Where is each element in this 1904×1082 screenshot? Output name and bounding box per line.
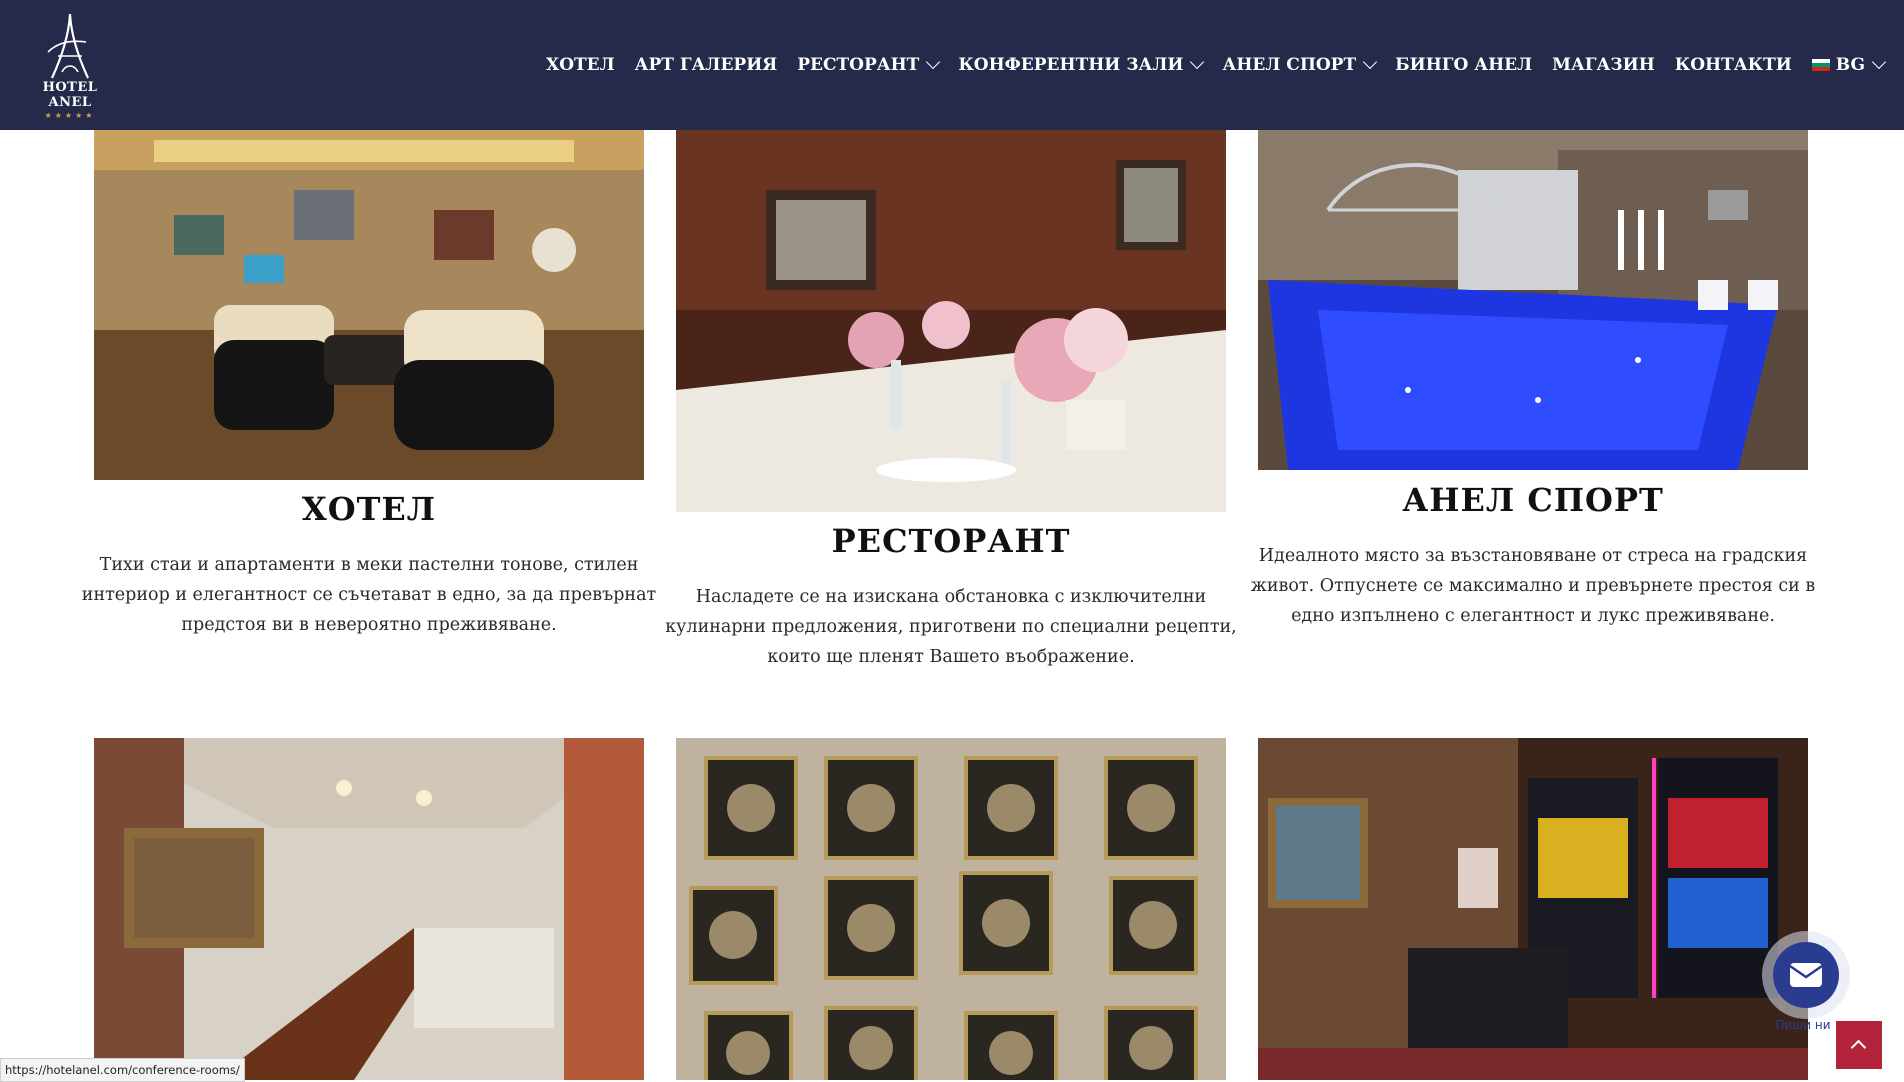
- chevron-down-icon: [1363, 54, 1378, 70]
- nav-item-hotel[interactable]: ХОТЕЛ: [546, 55, 615, 75]
- card-text-hotel: Тихи стаи и апартаменти в меки пастелни …: [81, 555, 657, 635]
- nav-item-label: АНЕЛ СПОРТ: [1222, 55, 1357, 75]
- nav-item-label: РЕСТОРАНТ: [797, 55, 920, 75]
- nav-item-label: МАГАЗИН: [1552, 55, 1655, 75]
- card-text-restaurant: Насладете се на изискана обстановка с из…: [665, 587, 1237, 667]
- art-gallery-photo: [676, 738, 1226, 1080]
- chevron-up-icon: [1850, 1039, 1867, 1056]
- contact-widget-inner: [1773, 942, 1839, 1008]
- chevron-down-icon: [1871, 54, 1887, 70]
- main-navbar: HOTEL ANEL ★★★★★ ХОТЕЛ АРТ ГАЛЕРИЯ РЕСТО…: [0, 0, 1904, 130]
- hotel-lounge-photo: [94, 130, 644, 480]
- nav-item-restaurant[interactable]: РЕСТОРАНТ: [797, 54, 941, 75]
- bulgaria-flag-icon: [1811, 59, 1830, 71]
- card-title-restaurant[interactable]: РЕСТОРАНТ: [676, 522, 1226, 560]
- scroll-to-top-button[interactable]: [1836, 1021, 1882, 1069]
- nav-item-label: КОНТАКТИ: [1674, 55, 1792, 75]
- nav-item-label: БИНГО АНЕЛ: [1395, 55, 1533, 75]
- envelope-icon: [1789, 963, 1823, 987]
- nav-item-anel-sport[interactable]: АНЕЛ СПОРТ: [1222, 54, 1378, 75]
- nav-item-contacts[interactable]: КОНТАКТИ: [1675, 55, 1792, 75]
- hotel-anel-logo[interactable]: HOTEL ANEL ★★★★★: [22, 12, 118, 120]
- card-title-anel-sport[interactable]: АНЕЛ СПОРТ: [1258, 481, 1808, 519]
- card-title-hotel[interactable]: ХОТЕЛ: [94, 490, 644, 528]
- contact-widget-button[interactable]: [1762, 931, 1850, 1019]
- nav-item-label: КОНФЕРЕНТНИ ЗАЛИ: [958, 55, 1184, 75]
- bingo-slot-machines-photo: [1258, 738, 1808, 1080]
- contact-widget-label[interactable]: Пиши ни: [1768, 1018, 1838, 1032]
- bingo-anel-image[interactable]: [1258, 738, 1808, 1080]
- conference-room-photo: [94, 738, 644, 1080]
- nav-item-art-gallery[interactable]: АРТ ГАЛЕРИЯ: [635, 55, 778, 75]
- logo-text: HOTEL ANEL: [42, 80, 98, 110]
- pool-photo: [1258, 130, 1808, 470]
- chevron-down-icon: [926, 54, 941, 70]
- restaurant-table-photo: [676, 130, 1226, 512]
- hotel-image[interactable]: [94, 130, 644, 480]
- status-bar-url: https://hotelanel.com/conference-rooms/: [0, 1058, 245, 1082]
- nav-item-shop[interactable]: МАГАЗИН: [1552, 55, 1655, 75]
- restaurant-image[interactable]: [676, 130, 1226, 512]
- nav-item-conference-rooms[interactable]: КОНФЕРЕНТНИ ЗАЛИ: [958, 54, 1205, 75]
- logo-stars: ★★★★★: [44, 111, 96, 120]
- main-menu: ХОТЕЛ АРТ ГАЛЕРИЯ РЕСТОРАНТ КОНФЕРЕНТНИ …: [526, 0, 1887, 130]
- language-switcher[interactable]: BG: [1811, 54, 1887, 75]
- chevron-down-icon: [1190, 54, 1205, 70]
- eiffel-logo-icon: [47, 13, 89, 79]
- art-gallery-image[interactable]: [676, 738, 1226, 1080]
- language-label: BG: [1835, 55, 1865, 75]
- nav-item-label: АРТ ГАЛЕРИЯ: [634, 55, 778, 75]
- nav-item-bingo-anel[interactable]: БИНГО АНЕЛ: [1395, 55, 1532, 75]
- card-text-anel-sport: Идеалното място за възстановяване от стр…: [1250, 546, 1816, 626]
- conference-rooms-image[interactable]: [94, 738, 644, 1080]
- nav-item-label: ХОТЕЛ: [546, 55, 615, 75]
- anel-sport-image[interactable]: [1258, 130, 1808, 470]
